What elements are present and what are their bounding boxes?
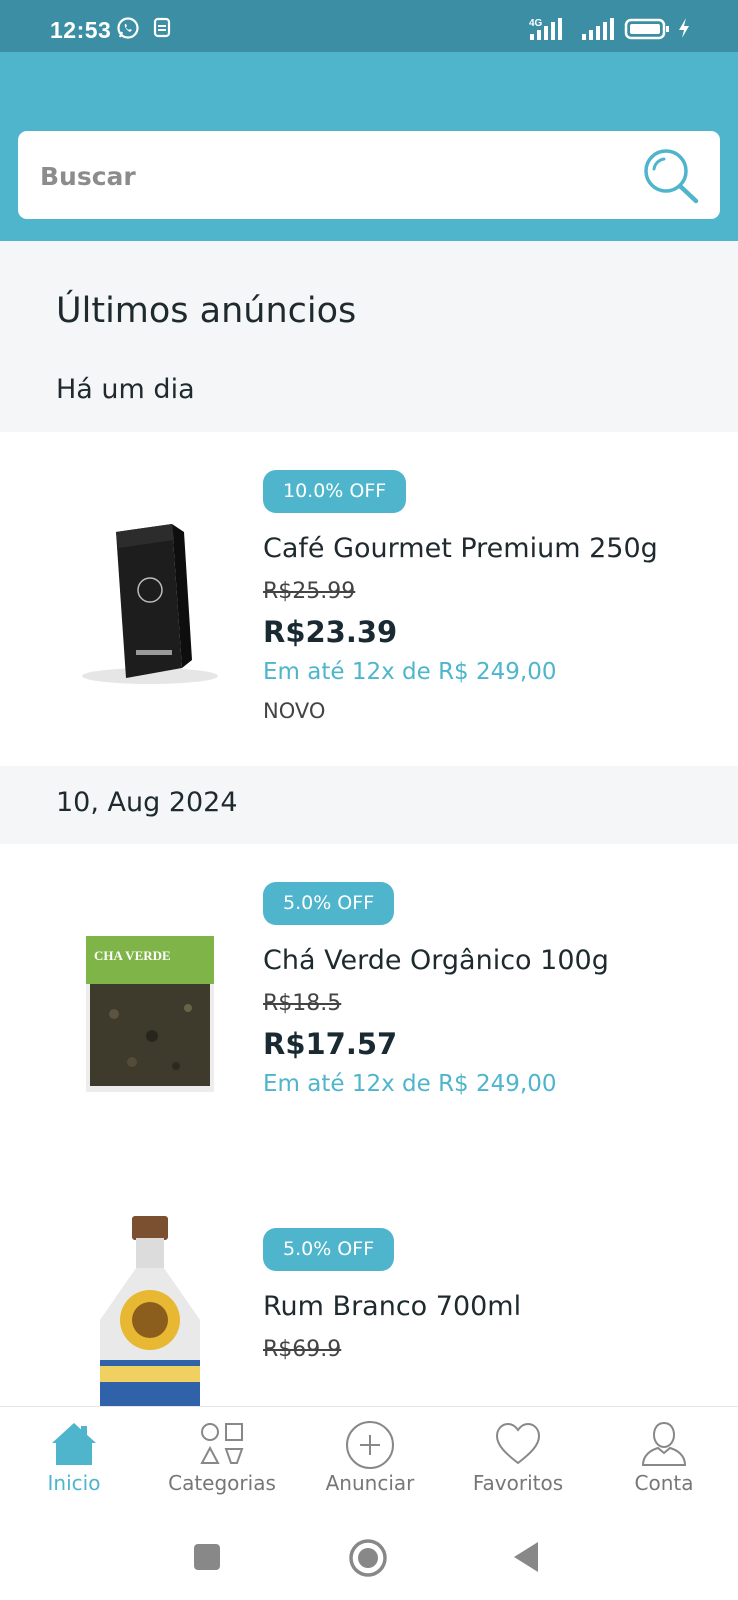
discount-badge: 5.0% OFF [263, 882, 395, 925]
android-nav-bar [0, 1510, 738, 1600]
product-title: Rum Branco 700ml [263, 1291, 522, 1322]
bottom-nav: Inicio Categorias Anunciar Favoritos Con… [0, 1406, 738, 1511]
status-time: 12:53 [50, 17, 112, 43]
rum-bottle-image [100, 1216, 200, 1406]
nav-item-favoritos[interactable]: Favoritos [444, 1407, 592, 1511]
nav-label-favoritos: Favoritos [472, 1471, 564, 1495]
status-bar: 12:53 4G [0, 0, 738, 52]
nav-label-conta: Conta [634, 1471, 694, 1495]
nav-item-anunciar[interactable]: Anunciar [296, 1407, 444, 1511]
old-price: R$18.5 [263, 991, 342, 1016]
installments-text: Em até 12x de R$ 249,00 [263, 659, 557, 685]
listing-card[interactable]: CHA VERDE 5.0% OFF Chá Verde Orgânico 10… [0, 844, 738, 1406]
green-tea-bag-image: CHA VERDE [86, 936, 214, 1092]
nav-label-categorias: Categorias [168, 1471, 276, 1495]
signal-icon [530, 18, 562, 40]
discount-badge: 10.0% OFF [263, 470, 407, 513]
nav-label-anunciar: Anunciar [325, 1471, 415, 1495]
product-title: Chá Verde Orgânico 100g [263, 945, 609, 976]
section-title: Últimos anúncios [56, 291, 357, 331]
group-date-label: 10, Aug 2024 [56, 787, 238, 818]
installments-text: Em até 12x de R$ 249,00 [263, 1071, 557, 1097]
old-price: R$25.99 [263, 579, 356, 604]
search-icon[interactable] [640, 145, 702, 207]
coffee-bag-image [82, 524, 218, 684]
back-button[interactable] [512, 1540, 542, 1574]
search-box[interactable] [18, 131, 720, 219]
group-date-label: Há um dia [56, 374, 195, 405]
home-icon [52, 1423, 96, 1465]
nav-label-inicio: Inicio [47, 1471, 101, 1495]
current-price: R$17.57 [263, 1027, 398, 1061]
battery-icon [624, 18, 669, 40]
categories-icon [200, 1423, 244, 1464]
charging-icon [679, 18, 689, 38]
listing-feed[interactable]: Últimos anúncios Há um dia 10.0% OFF Caf… [0, 241, 738, 1406]
discount-badge: 5.0% OFF [263, 1228, 395, 1271]
search-input[interactable] [38, 151, 622, 201]
whatsapp-icon [117, 17, 139, 39]
add-circle-icon [346, 1421, 394, 1469]
nav-item-conta[interactable]: Conta [590, 1407, 738, 1511]
notification-icon [153, 17, 171, 38]
home-button[interactable] [348, 1538, 388, 1578]
condition-label: NOVO [263, 699, 326, 723]
old-price: R$69.9 [263, 1337, 342, 1362]
recents-button[interactable] [192, 1542, 222, 1572]
nav-item-categorias[interactable]: Categorias [148, 1407, 296, 1511]
signal-icon-2 [582, 18, 614, 40]
tea-package-label: CHA VERDE [94, 948, 171, 963]
heart-icon [495, 1422, 541, 1465]
header [0, 52, 738, 241]
user-icon [641, 1421, 687, 1466]
current-price: R$23.39 [263, 615, 398, 649]
listing-card[interactable]: 10.0% OFF Café Gourmet Premium 250g R$25… [0, 432, 738, 766]
nav-item-inicio[interactable]: Inicio [0, 1407, 148, 1511]
product-title: Café Gourmet Premium 250g [263, 533, 658, 564]
